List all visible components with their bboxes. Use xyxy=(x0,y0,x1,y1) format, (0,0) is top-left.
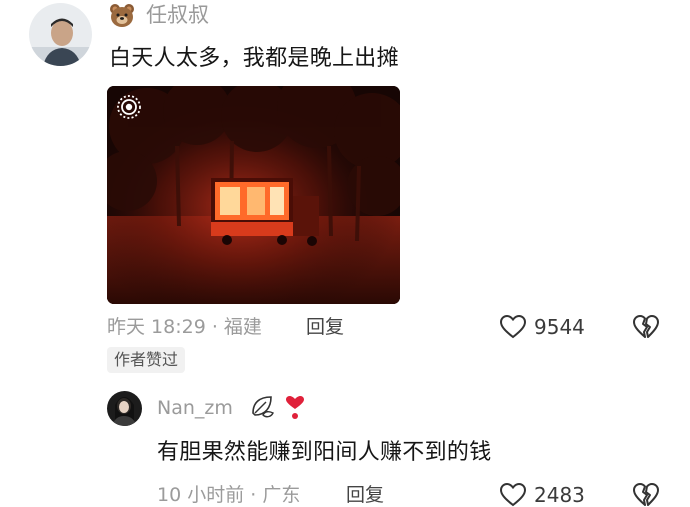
broken-heart-icon[interactable] xyxy=(632,482,660,507)
heart-outline-icon[interactable] xyxy=(499,314,527,340)
comment-timestamp-location: 昨天 18:29 · 福建 xyxy=(107,316,262,338)
broken-heart-icon[interactable] xyxy=(632,314,660,340)
username[interactable]: 任叔叔 xyxy=(146,2,209,28)
like-count: 2483 xyxy=(534,483,585,507)
reply-button[interactable]: 回复 xyxy=(306,315,344,339)
comment-timestamp-location: 10 小时前 · 广东 xyxy=(157,484,301,506)
username[interactable]: Nan_zm xyxy=(157,396,233,420)
heart-exclamation-icon xyxy=(284,395,306,421)
user-avatar[interactable] xyxy=(29,3,92,66)
live-photo-icon xyxy=(116,94,142,120)
comment-image[interactable] xyxy=(107,86,400,304)
author-liked-tag: 作者赞过 xyxy=(107,347,186,373)
heart-outline-icon[interactable] xyxy=(499,482,527,507)
user-avatar[interactable] xyxy=(107,391,142,426)
reply-button[interactable]: 回复 xyxy=(346,483,384,507)
like-count: 9544 xyxy=(534,315,585,339)
comment-text: 白天人太多，我都是晚上出摊 xyxy=(109,46,399,71)
comment-text: 有胆果然能赚到阳间人赚不到的钱 xyxy=(157,440,492,465)
leaf-sticker-icon xyxy=(249,393,275,419)
bear-face-icon xyxy=(108,2,136,28)
